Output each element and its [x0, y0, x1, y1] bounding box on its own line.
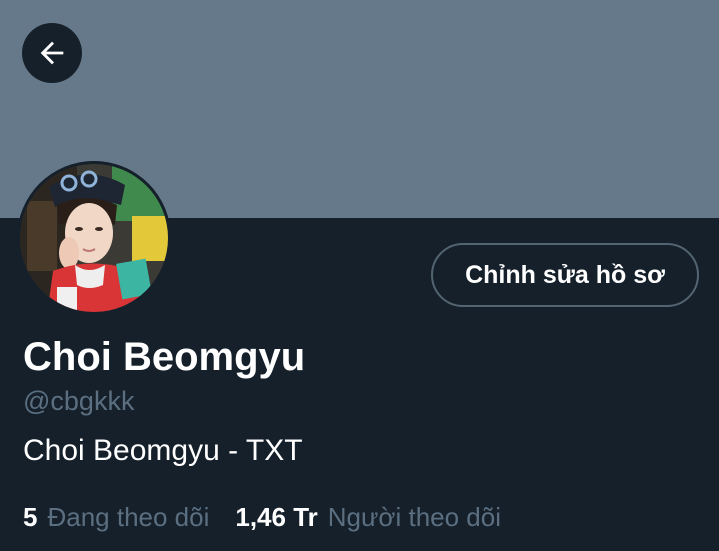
back-button[interactable] [22, 23, 82, 83]
followers-link[interactable]: 1,46 Tr Người theo dõi [235, 500, 501, 534]
followers-label: Người theo dõi [327, 502, 501, 532]
edit-profile-label: Chỉnh sửa hồ sơ [465, 260, 665, 289]
user-handle: @cbgkkk [23, 386, 135, 416]
following-label: Đang theo dõi [47, 502, 210, 532]
follow-stats: 5 Đang theo dõi 1,46 Tr Người theo dõi [23, 500, 501, 534]
avatar[interactable] [17, 161, 171, 315]
edit-profile-button[interactable]: Chỉnh sửa hồ sơ [431, 243, 699, 307]
following-count: 5 [23, 502, 38, 532]
avatar-image [17, 161, 171, 315]
profile-bio: Choi Beomgyu - TXT [23, 434, 303, 467]
arrow-left-icon [40, 41, 64, 65]
following-link[interactable]: 5 Đang theo dõi [23, 500, 209, 534]
profile-page: Chỉnh sửa hồ sơ Choi Beomgyu @cbgkkk Cho… [0, 0, 719, 551]
display-name: Choi Beomgyu [23, 335, 306, 379]
followers-count: 1,46 Tr [235, 502, 318, 532]
